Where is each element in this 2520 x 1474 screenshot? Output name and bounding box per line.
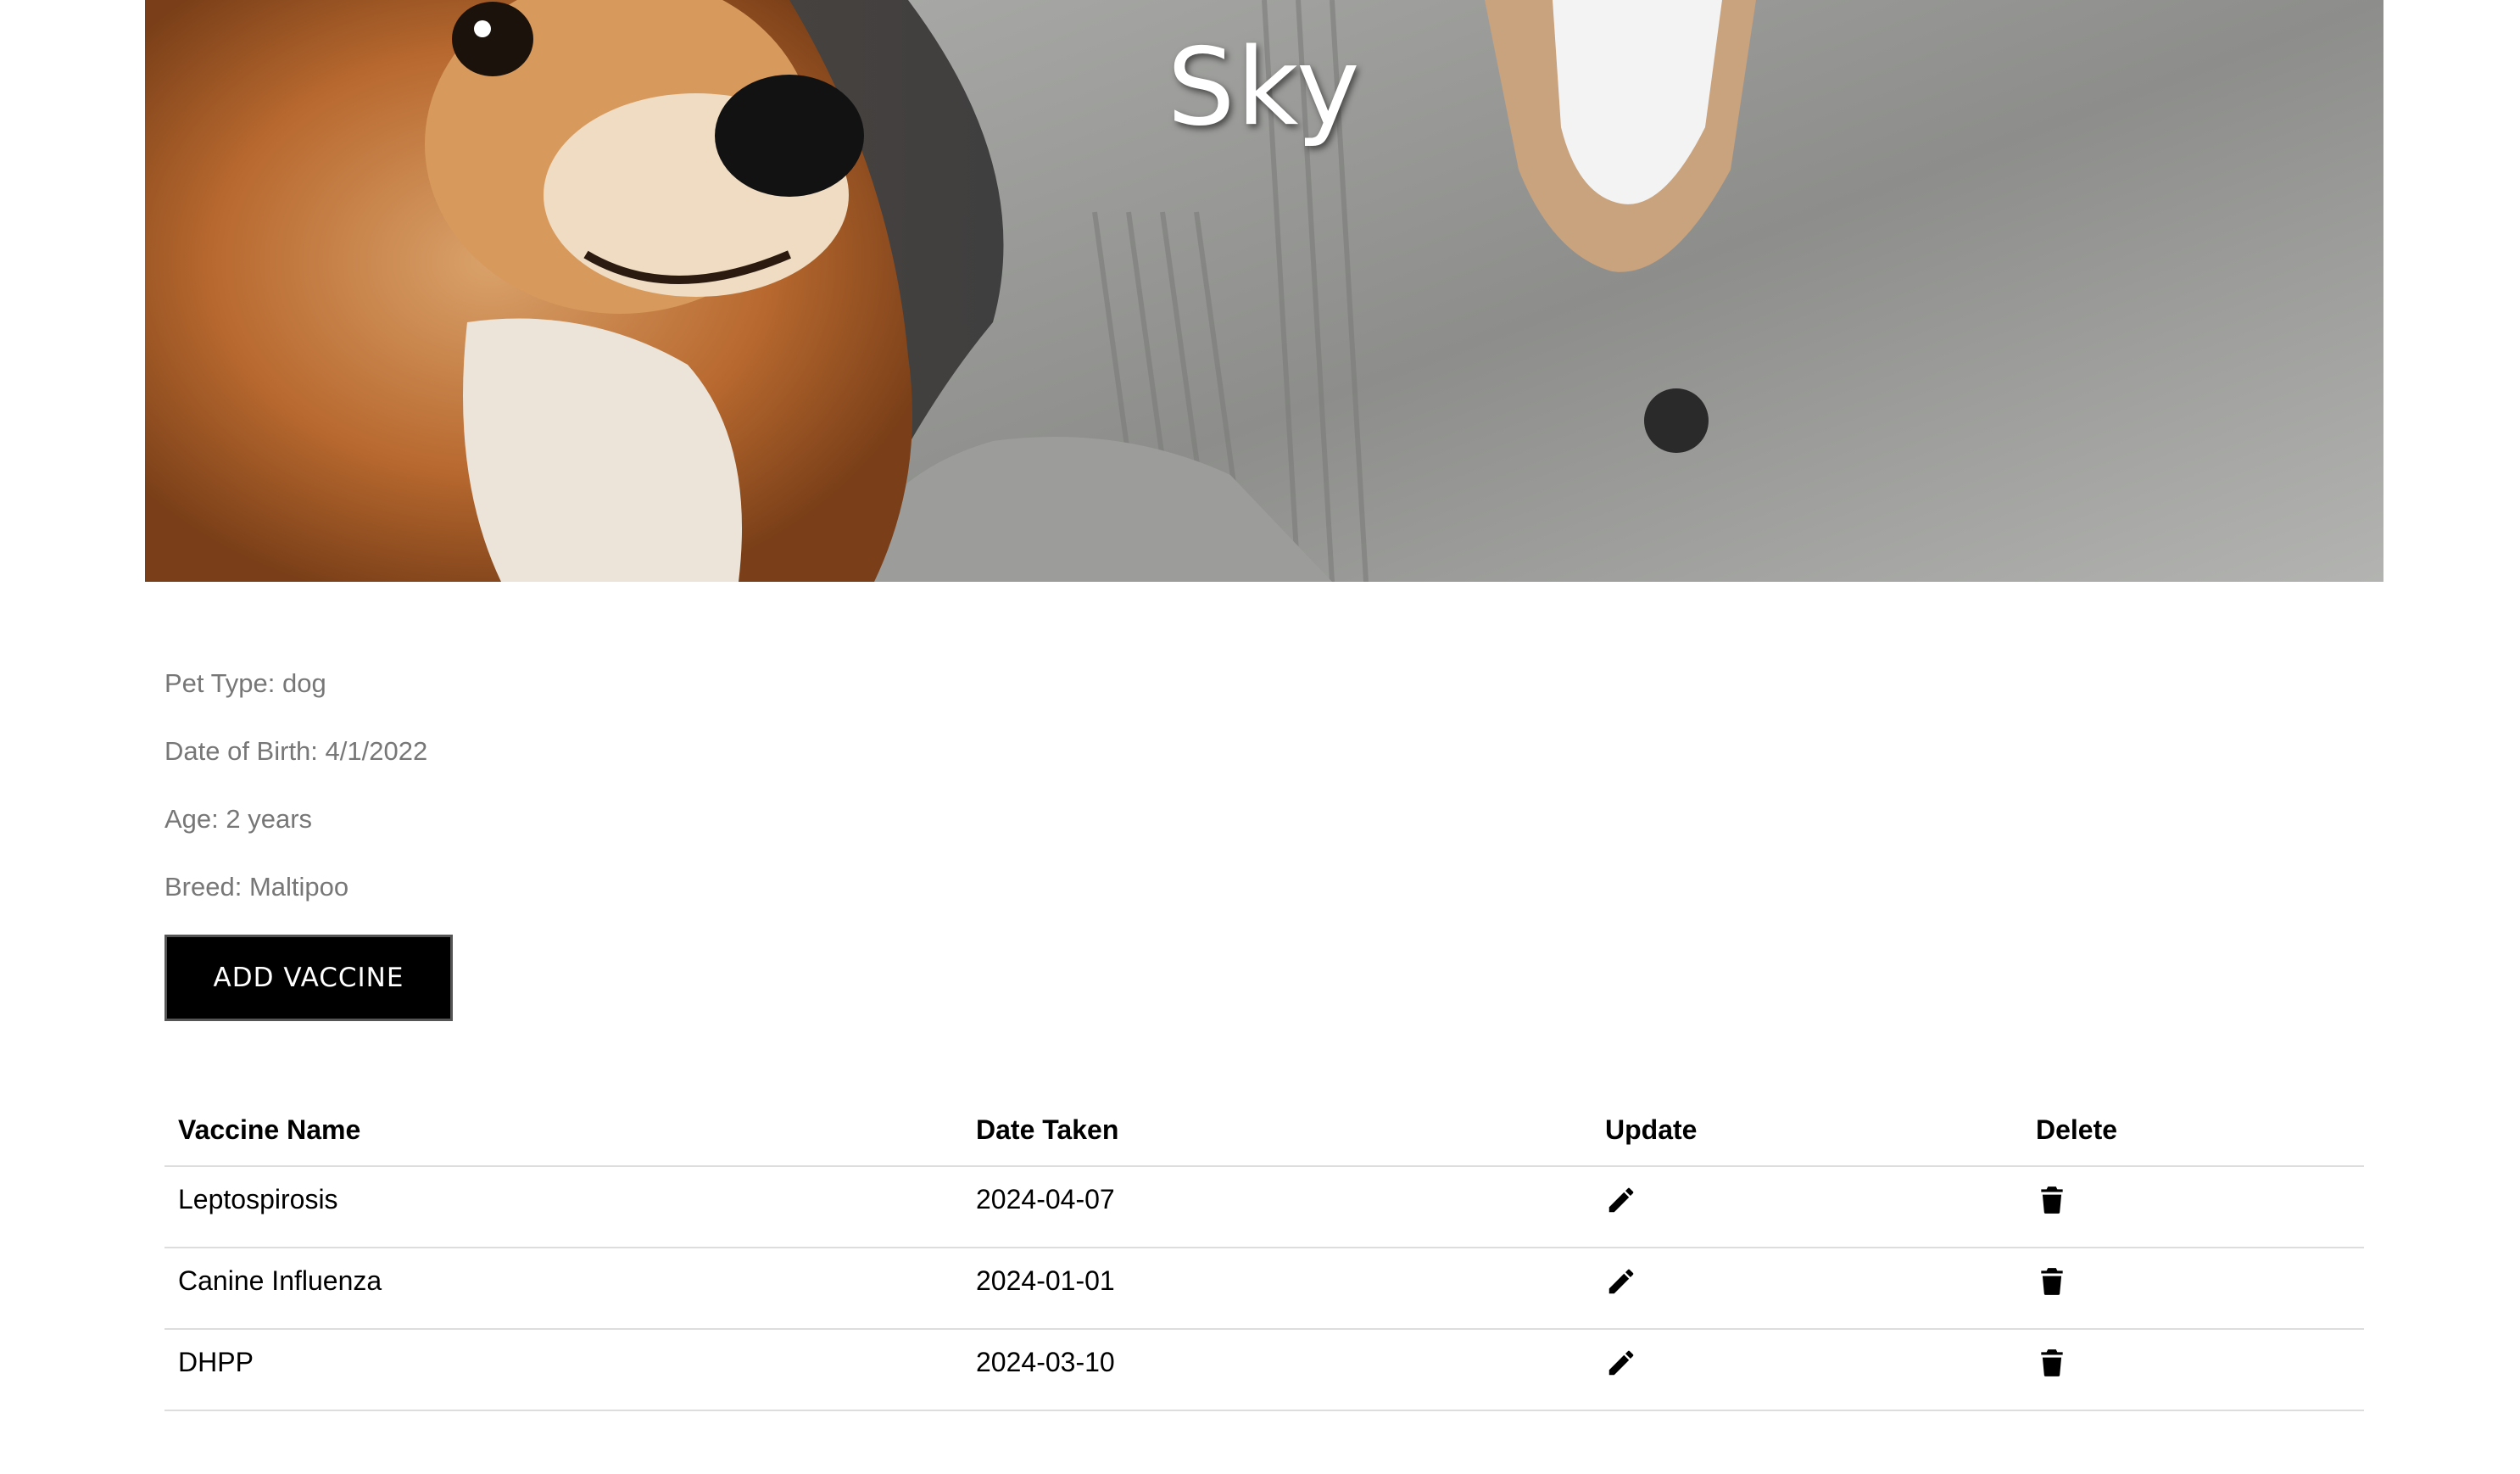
header-update: Update bbox=[1592, 1094, 2022, 1167]
vaccine-name-cell: DHPP bbox=[164, 1329, 962, 1411]
date-taken-cell: 2024-04-07 bbox=[962, 1166, 1592, 1248]
delete-cell bbox=[2022, 1248, 2364, 1330]
age-text: Age: 2 years bbox=[164, 804, 313, 834]
add-vaccine-button[interactable]: ADD VACCINE bbox=[164, 935, 453, 1021]
delete-cell bbox=[2022, 1166, 2364, 1248]
pencil-icon[interactable] bbox=[1605, 1347, 1637, 1379]
trash-icon[interactable] bbox=[2036, 1347, 2068, 1379]
update-cell bbox=[1592, 1248, 2022, 1330]
date-of-birth-text: Date of Birth: 4/1/2022 bbox=[164, 736, 428, 766]
date-taken-cell: 2024-03-10 bbox=[962, 1329, 1592, 1411]
table-row: DHPP 2024-03-10 bbox=[164, 1329, 2364, 1411]
update-cell bbox=[1592, 1166, 2022, 1248]
pencil-icon[interactable] bbox=[1605, 1184, 1637, 1216]
vaccine-table: Vaccine Name Date Taken Update Delete Le… bbox=[164, 1094, 2364, 1411]
date-taken-cell: 2024-01-01 bbox=[962, 1248, 1592, 1330]
vaccine-name-cell: Canine Influenza bbox=[164, 1248, 962, 1330]
pet-details: Pet Type: dog Date of Birth: 4/1/2022 Ag… bbox=[164, 663, 427, 935]
trash-icon[interactable] bbox=[2036, 1265, 2068, 1298]
table-header-row: Vaccine Name Date Taken Update Delete bbox=[164, 1094, 2364, 1167]
header-vaccine-name: Vaccine Name bbox=[164, 1094, 962, 1167]
delete-cell bbox=[2022, 1329, 2364, 1411]
hero-banner: Sky bbox=[145, 0, 2383, 582]
update-cell bbox=[1592, 1329, 2022, 1411]
breed-text: Breed: Maltipoo bbox=[164, 872, 349, 902]
vaccine-name-cell: Leptospirosis bbox=[164, 1166, 962, 1248]
header-date-taken: Date Taken bbox=[962, 1094, 1592, 1167]
pet-type-text: Pet Type: dog bbox=[164, 668, 326, 698]
pencil-icon[interactable] bbox=[1605, 1265, 1637, 1298]
header-delete: Delete bbox=[2022, 1094, 2364, 1167]
table-row: Canine Influenza 2024-01-01 bbox=[164, 1248, 2364, 1330]
trash-icon[interactable] bbox=[2036, 1184, 2068, 1216]
pet-name-title: Sky bbox=[1167, 25, 1362, 149]
table-row: Leptospirosis 2024-04-07 bbox=[164, 1166, 2364, 1248]
